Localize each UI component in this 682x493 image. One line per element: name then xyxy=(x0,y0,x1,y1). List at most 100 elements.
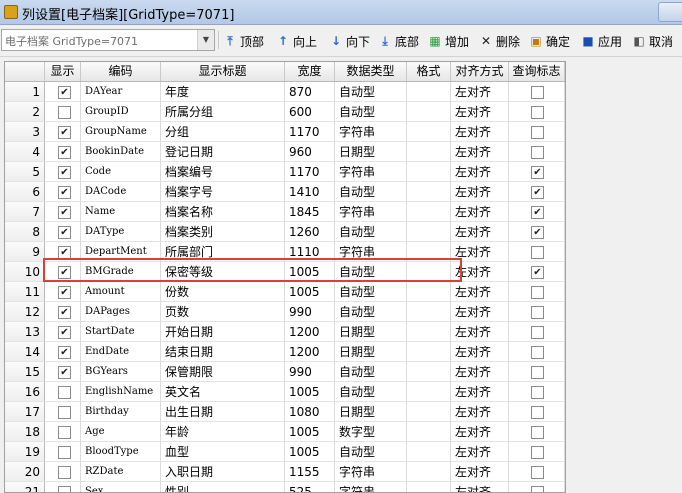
type-cell[interactable]: 自动型 xyxy=(335,362,407,382)
align-cell[interactable]: 左对齐 xyxy=(451,222,509,242)
title-cell[interactable]: 档案字号 xyxy=(161,182,285,202)
query-flag-checkbox[interactable] xyxy=(531,106,544,119)
fmt-cell[interactable] xyxy=(407,162,451,182)
code-cell[interactable]: BookinDate xyxy=(81,142,161,162)
title-cell[interactable]: 结束日期 xyxy=(161,342,285,362)
code-cell[interactable]: Name xyxy=(81,202,161,222)
toolbar-button-7[interactable]: ■ 应用 xyxy=(581,31,622,51)
align-cell[interactable]: 左对齐 xyxy=(451,382,509,402)
title-cell[interactable]: 英文名 xyxy=(161,382,285,402)
align-cell[interactable]: 左对齐 xyxy=(451,262,509,282)
show-checkbox[interactable] xyxy=(58,466,71,479)
fmt-cell[interactable] xyxy=(407,182,451,202)
title-cell[interactable]: 保管期限 xyxy=(161,362,285,382)
title-cell[interactable]: 入职日期 xyxy=(161,462,285,482)
width-cell[interactable]: 1845 xyxy=(285,202,335,222)
query-flag-checkbox[interactable] xyxy=(531,466,544,479)
align-cell[interactable]: 左对齐 xyxy=(451,182,509,202)
code-cell[interactable]: DAType xyxy=(81,222,161,242)
table-row[interactable]: 14 ✔ EndDate 结束日期 1200 日期型 左对齐 xyxy=(5,342,565,362)
align-cell[interactable]: 左对齐 xyxy=(451,202,509,222)
title-cell[interactable]: 页数 xyxy=(161,302,285,322)
fmt-cell[interactable] xyxy=(407,82,451,102)
table-row[interactable]: 17 Birthday 出生日期 1080 日期型 左对齐 xyxy=(5,402,565,422)
show-checkbox[interactable]: ✔ xyxy=(58,366,71,379)
fmt-cell[interactable] xyxy=(407,142,451,162)
type-cell[interactable]: 字符串 xyxy=(335,242,407,262)
title-cell[interactable]: 血型 xyxy=(161,442,285,462)
type-cell[interactable]: 字符串 xyxy=(335,202,407,222)
type-cell[interactable]: 日期型 xyxy=(335,322,407,342)
type-cell[interactable]: 自动型 xyxy=(335,182,407,202)
code-cell[interactable]: Code xyxy=(81,162,161,182)
code-cell[interactable]: DAPages xyxy=(81,302,161,322)
fmt-cell[interactable] xyxy=(407,282,451,302)
align-cell[interactable]: 左对齐 xyxy=(451,362,509,382)
title-cell[interactable]: 登记日期 xyxy=(161,142,285,162)
show-checkbox[interactable] xyxy=(58,406,71,419)
type-cell[interactable]: 字符串 xyxy=(335,122,407,142)
query-flag-checkbox[interactable] xyxy=(531,146,544,159)
align-cell[interactable]: 左对齐 xyxy=(451,102,509,122)
code-cell[interactable]: Age xyxy=(81,422,161,442)
table-row[interactable]: 9 ✔ DepartMent 所属部门 1110 字符串 左对齐 xyxy=(5,242,565,262)
type-cell[interactable]: 自动型 xyxy=(335,302,407,322)
show-checkbox[interactable] xyxy=(58,426,71,439)
type-cell[interactable]: 字符串 xyxy=(335,162,407,182)
type-cell[interactable]: 自动型 xyxy=(335,102,407,122)
fmt-cell[interactable] xyxy=(407,442,451,462)
window-close-button[interactable] xyxy=(658,2,682,22)
width-cell[interactable]: 990 xyxy=(285,302,335,322)
query-flag-checkbox[interactable] xyxy=(531,286,544,299)
fmt-cell[interactable] xyxy=(407,202,451,222)
title-cell[interactable]: 开始日期 xyxy=(161,322,285,342)
show-checkbox[interactable]: ✔ xyxy=(58,166,71,179)
type-cell[interactable]: 自动型 xyxy=(335,82,407,102)
title-cell[interactable]: 份数 xyxy=(161,282,285,302)
grid-type-combo[interactable]: 电子档案 GridType=7071 ▼ xyxy=(1,29,215,51)
fmt-cell[interactable] xyxy=(407,122,451,142)
toolbar-button-8[interactable]: ◧ 取消 xyxy=(632,31,673,51)
table-row[interactable]: 15 ✔ BGYears 保管期限 990 自动型 左对齐 xyxy=(5,362,565,382)
type-cell[interactable]: 自动型 xyxy=(335,382,407,402)
width-cell[interactable]: 870 xyxy=(285,82,335,102)
type-cell[interactable]: 自动型 xyxy=(335,282,407,302)
align-cell[interactable]: 左对齐 xyxy=(451,342,509,362)
align-cell[interactable]: 左对齐 xyxy=(451,402,509,422)
show-checkbox[interactable]: ✔ xyxy=(58,246,71,259)
type-cell[interactable]: 字符串 xyxy=(335,482,407,492)
width-cell[interactable]: 1170 xyxy=(285,162,335,182)
type-cell[interactable]: 日期型 xyxy=(335,342,407,362)
align-cell[interactable]: 左对齐 xyxy=(451,162,509,182)
align-cell[interactable]: 左对齐 xyxy=(451,282,509,302)
type-cell[interactable]: 自动型 xyxy=(335,442,407,462)
column-header[interactable]: 格式 xyxy=(407,62,451,81)
title-cell[interactable]: 出生日期 xyxy=(161,402,285,422)
query-flag-checkbox[interactable]: ✔ xyxy=(531,226,544,239)
align-cell[interactable]: 左对齐 xyxy=(451,302,509,322)
query-flag-checkbox[interactable] xyxy=(531,346,544,359)
show-checkbox[interactable]: ✔ xyxy=(58,346,71,359)
fmt-cell[interactable] xyxy=(407,342,451,362)
show-checkbox[interactable]: ✔ xyxy=(58,126,71,139)
title-cell[interactable]: 档案编号 xyxy=(161,162,285,182)
code-cell[interactable]: BloodType xyxy=(81,442,161,462)
code-cell[interactable]: RZDate xyxy=(81,462,161,482)
toolbar-button-1[interactable]: ↑ 向上 xyxy=(276,31,317,51)
fmt-cell[interactable] xyxy=(407,462,451,482)
title-cell[interactable]: 档案名称 xyxy=(161,202,285,222)
width-cell[interactable]: 1005 xyxy=(285,382,335,402)
width-cell[interactable]: 1410 xyxy=(285,182,335,202)
table-row[interactable]: 11 ✔ Amount 份数 1005 自动型 左对齐 xyxy=(5,282,565,302)
column-header[interactable]: 对齐方式 xyxy=(451,62,509,81)
column-header[interactable]: 编码 xyxy=(81,62,161,81)
query-flag-checkbox[interactable]: ✔ xyxy=(531,206,544,219)
query-flag-checkbox[interactable]: ✔ xyxy=(531,186,544,199)
width-cell[interactable]: 990 xyxy=(285,362,335,382)
table-row[interactable]: 3 ✔ GroupName 分组 1170 字符串 左对齐 xyxy=(5,122,565,142)
align-cell[interactable]: 左对齐 xyxy=(451,82,509,102)
show-checkbox[interactable]: ✔ xyxy=(58,146,71,159)
query-flag-checkbox[interactable] xyxy=(531,406,544,419)
query-flag-checkbox[interactable]: ✔ xyxy=(531,166,544,179)
toolbar-button-6[interactable]: ▣ 确定 xyxy=(529,31,570,51)
